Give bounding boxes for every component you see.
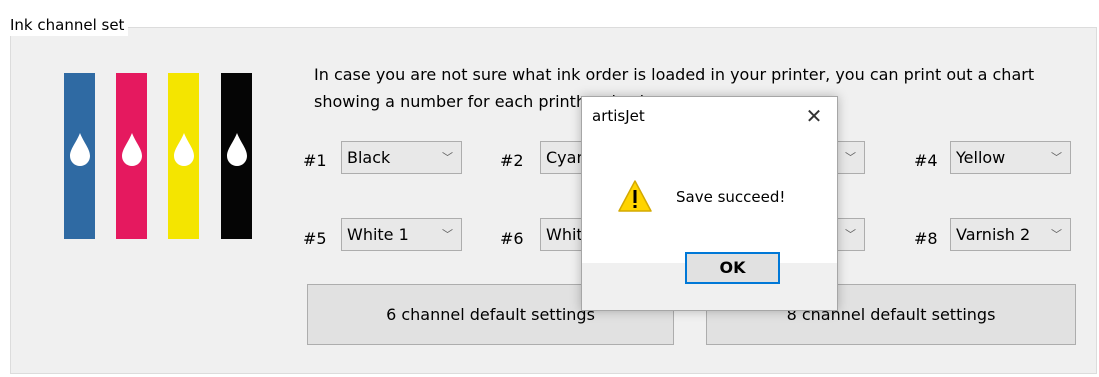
dialog-title: artisJet <box>592 107 645 125</box>
slot-5-number: #5 <box>303 229 327 248</box>
cyan-ink-bar <box>64 73 95 239</box>
ink-drop-icon <box>227 133 247 166</box>
slot-2-number: #2 <box>500 151 524 170</box>
group-title: Ink channel set <box>6 14 129 36</box>
slot-4-select[interactable]: Yellow ﹀ <box>950 141 1071 174</box>
magenta-ink-bar <box>116 73 147 239</box>
slot-8-value: Varnish 2 <box>956 225 1031 244</box>
close-button[interactable]: ✕ <box>801 103 827 129</box>
slot-1-number: #1 <box>303 151 327 170</box>
ink-drop-icon <box>122 133 142 166</box>
save-dialog: artisJet ✕ Save succeed! OK <box>581 96 838 311</box>
ok-button[interactable]: OK <box>685 252 780 284</box>
chevron-down-icon: ﹀ <box>442 228 453 241</box>
slot-6-number: #6 <box>500 229 524 248</box>
chevron-down-icon: ﹀ <box>1051 228 1062 241</box>
chevron-down-icon: ﹀ <box>845 228 856 241</box>
slot-8-number: #8 <box>914 229 938 248</box>
dialog-footer: OK <box>582 252 837 310</box>
slot-4-value: Yellow <box>956 148 1006 167</box>
chevron-down-icon: ﹀ <box>1051 151 1062 164</box>
slot-5-select[interactable]: White 1 ﹀ <box>341 218 462 251</box>
ink-drop-icon <box>70 133 90 166</box>
slot-4-number: #4 <box>914 151 938 170</box>
black-ink-bar <box>221 73 252 239</box>
ink-drop-icon <box>174 133 194 166</box>
slot-1-select[interactable]: Black ﹀ <box>341 141 462 174</box>
warning-icon <box>618 180 652 212</box>
slot-5-value: White 1 <box>347 225 409 244</box>
yellow-ink-bar <box>168 73 199 239</box>
dialog-message: Save succeed! <box>676 188 786 206</box>
chevron-down-icon: ﹀ <box>845 151 856 164</box>
slot-1-value: Black <box>347 148 391 167</box>
slot-8-select[interactable]: Varnish 2 ﹀ <box>950 218 1071 251</box>
chevron-down-icon: ﹀ <box>442 151 453 164</box>
